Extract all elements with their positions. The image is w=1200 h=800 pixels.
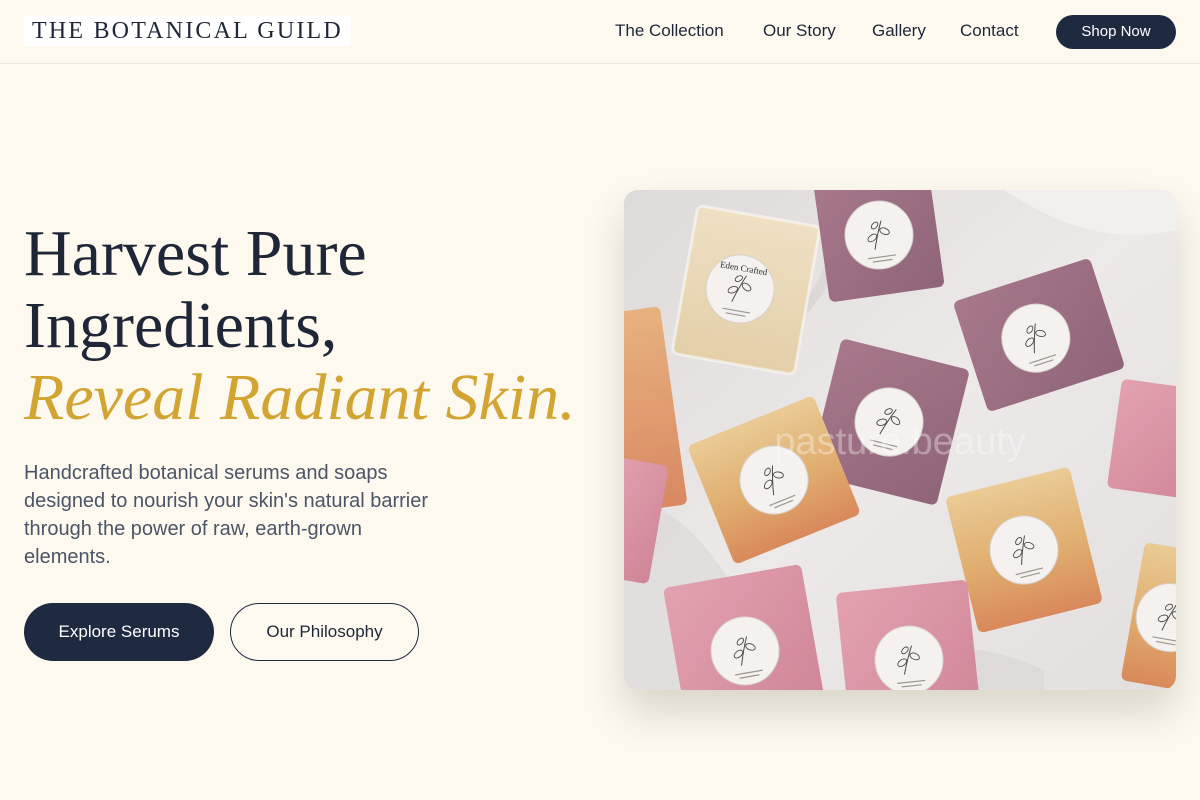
nav-link-our-story[interactable]: Our Story xyxy=(763,21,836,41)
hero-product-image: Eden Crafted pasture.beauty xyxy=(624,190,1176,690)
soap-bar-rose-bottom-center xyxy=(836,580,982,690)
site-header: THE BOTANICAL GUILD The Collection Our S… xyxy=(0,0,1200,64)
hero-heading-line-2: Ingredients, xyxy=(24,289,338,362)
hero-heading-accent: Reveal Radiant Skin. xyxy=(24,361,576,434)
nav-link-gallery[interactable]: Gallery xyxy=(872,21,926,41)
image-watermark: pasture.beauty xyxy=(774,421,1025,463)
shop-now-button[interactable]: Shop Now xyxy=(1056,15,1176,49)
our-philosophy-button[interactable]: Our Philosophy xyxy=(230,603,419,661)
soap-bar-cream: Eden Crafted xyxy=(671,204,821,376)
hero-heading-line-1: Harvest Pure xyxy=(24,217,367,290)
hero-heading: Harvest Pure Ingredients, Reveal Radiant… xyxy=(24,218,604,434)
soap-bars-photo: Eden Crafted pasture.beauty xyxy=(624,190,1176,690)
soap-bar-plum-top xyxy=(813,190,945,302)
explore-serums-button[interactable]: Explore Serums xyxy=(24,603,214,661)
nav-link-the-collection[interactable]: The Collection xyxy=(615,21,724,41)
main-nav: The Collection Our Story Gallery Contact xyxy=(0,0,1200,64)
hero-description: Handcrafted botanical serums and soaps d… xyxy=(24,462,429,568)
nav-link-contact[interactable]: Contact xyxy=(960,21,1019,41)
